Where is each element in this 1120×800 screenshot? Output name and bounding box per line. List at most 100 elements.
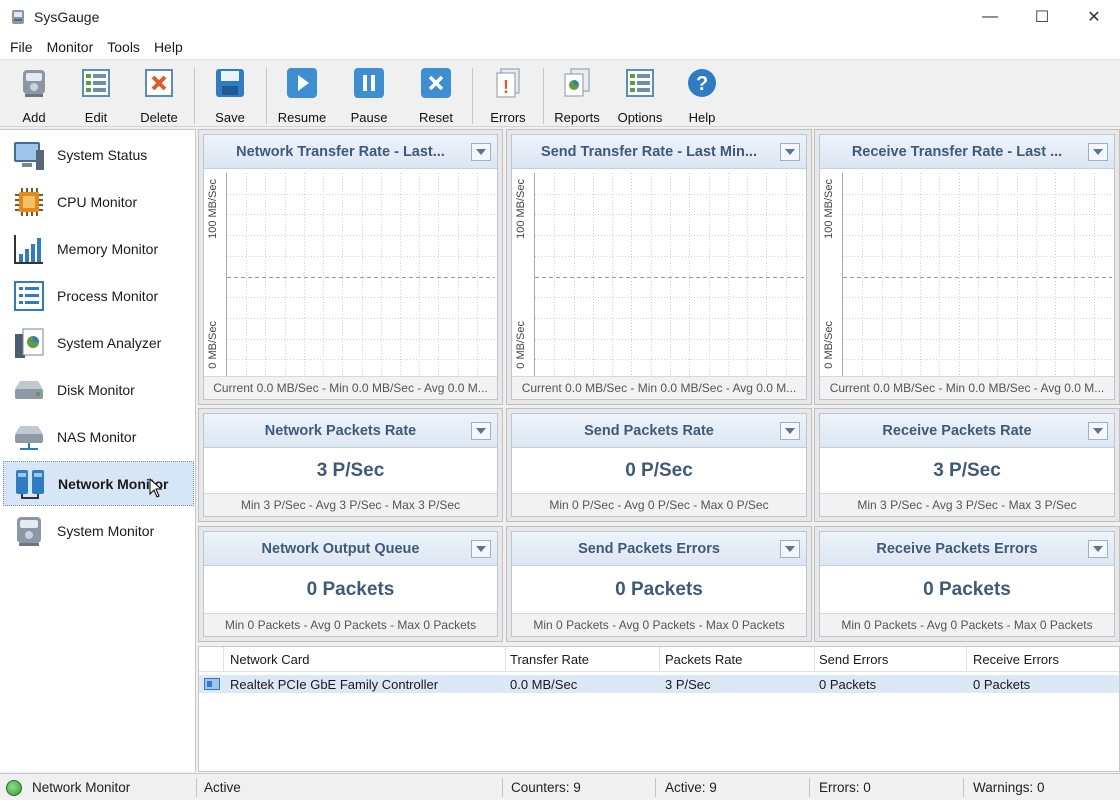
- network-card-table: Network Card Transfer Rate Packets Rate …: [198, 646, 1120, 772]
- close-button[interactable]: ✕: [1068, 0, 1120, 34]
- sidebar-item-nas-monitor[interactable]: NAS Monitor: [3, 414, 194, 459]
- panel-title: Send Transfer Rate - Last Min...: [512, 135, 806, 169]
- maximize-button[interactable]: ☐: [1016, 0, 1068, 34]
- errors-icon: !: [491, 66, 525, 100]
- panel-dropdown-button[interactable]: [1088, 143, 1108, 161]
- delete-label: Delete: [140, 110, 178, 125]
- status-separator: [502, 778, 503, 797]
- panel-dropdown-button[interactable]: [780, 143, 800, 161]
- network-icon: [12, 466, 48, 502]
- system-monitor-icon: [11, 513, 47, 549]
- errors-button[interactable]: ! Errors: [477, 66, 539, 126]
- status-bar: Network Monitor Active Counters: 9 Activ…: [0, 773, 1120, 800]
- panel-footer: Min 0 P/Sec - Avg 0 P/Sec - Max 0 P/Sec: [512, 493, 806, 516]
- help-label: Help: [688, 110, 716, 125]
- reset-label: Reset: [419, 110, 453, 125]
- panel-dropdown-button[interactable]: [1088, 540, 1108, 558]
- edit-button[interactable]: Edit: [65, 66, 127, 126]
- pause-button[interactable]: Pause: [338, 66, 400, 126]
- y-axis-max-label: 100 MB/Sec: [515, 179, 527, 239]
- add-button[interactable]: Add: [3, 66, 65, 126]
- disk-icon: [11, 372, 47, 408]
- options-button[interactable]: Options: [609, 66, 671, 126]
- panel-dropdown-button[interactable]: [471, 422, 491, 440]
- save-icon: [213, 66, 247, 100]
- sidebar-item-system-monitor[interactable]: System Monitor: [3, 508, 194, 553]
- resume-button[interactable]: Resume: [271, 66, 333, 126]
- nas-icon: [11, 419, 47, 455]
- process-list-icon: [11, 278, 47, 314]
- sidebar-item-cpu-monitor[interactable]: CPU Monitor: [3, 179, 194, 224]
- chart-panel-network-transfer: Network Transfer Rate - Last... 100 MB/S…: [198, 129, 503, 405]
- y-axis-min-label: 0 MB/Sec: [823, 321, 835, 369]
- cell-send-errors: 0 Packets: [819, 676, 877, 692]
- sidebar-item-system-status[interactable]: System Status: [3, 132, 194, 177]
- sidebar-item-label: NAS Monitor: [57, 428, 137, 445]
- minimize-button[interactable]: —: [964, 0, 1016, 34]
- cell-network-card: Realtek PCIe GbE Family Controller: [230, 676, 439, 692]
- counter-panel-send-packets-errors: Send Packets Errors 0 Packets Min 0 Pack…: [506, 526, 812, 642]
- panel-dropdown-button[interactable]: [780, 422, 800, 440]
- counter-panel-receive-packets-rate: Receive Packets Rate 3 P/Sec Min 3 P/Sec…: [814, 408, 1120, 522]
- panel-dropdown-button[interactable]: [471, 143, 491, 161]
- sidebar-item-process-monitor[interactable]: Process Monitor: [3, 273, 194, 318]
- panel-footer: Min 0 Packets - Avg 0 Packets - Max 0 Pa…: [512, 613, 806, 636]
- table-header-receive-errors[interactable]: Receive Errors: [967, 647, 1119, 672]
- chart-plot-area: [226, 169, 495, 380]
- memory-chart-icon: [11, 231, 47, 267]
- panel-dropdown-button[interactable]: [471, 540, 491, 558]
- status-active: Active: 9: [665, 780, 717, 795]
- save-button[interactable]: Save: [199, 66, 261, 126]
- cell-transfer-rate: 0.0 MB/Sec: [510, 676, 578, 692]
- counter-panel-network-output-queue: Network Output Queue 0 Packets Min 0 Pac…: [198, 526, 503, 642]
- sidebar-item-memory-monitor[interactable]: Memory Monitor: [3, 226, 194, 271]
- table-header-network-card[interactable]: Network Card: [224, 647, 506, 672]
- menu-file[interactable]: File: [4, 39, 39, 55]
- menu-monitor[interactable]: Monitor: [41, 39, 100, 55]
- sidebar-item-disk-monitor[interactable]: Disk Monitor: [3, 367, 194, 412]
- chart-grid: [534, 173, 804, 380]
- title-bar: SysGauge — ☐ ✕: [0, 0, 1120, 34]
- delete-button[interactable]: Delete: [128, 66, 190, 126]
- help-button[interactable]: ? Help: [671, 66, 733, 126]
- table-header-transfer-rate[interactable]: Transfer Rate: [504, 647, 660, 672]
- toolbar-separator: [472, 68, 473, 124]
- cell-packets-rate: 3 P/Sec: [665, 676, 711, 692]
- sidebar-item-system-analyzer[interactable]: System Analyzer: [3, 320, 194, 365]
- reports-button[interactable]: Reports: [546, 66, 608, 126]
- sidebar-item-label: Memory Monitor: [57, 240, 159, 257]
- panel-dropdown-button[interactable]: [1088, 422, 1108, 440]
- table-header-packets-rate[interactable]: Packets Rate: [659, 647, 815, 672]
- delete-icon: [142, 66, 176, 100]
- panel-footer: Min 0 Packets - Avg 0 Packets - Max 0 Pa…: [204, 613, 497, 636]
- table-header: Network Card Transfer Rate Packets Rate …: [199, 647, 1119, 672]
- sidebar-item-network-monitor[interactable]: Network Monitor: [3, 461, 194, 506]
- menu-help[interactable]: Help: [148, 39, 189, 55]
- status-warnings: Warnings: 0: [973, 780, 1045, 795]
- toolbar-separator: [266, 68, 267, 124]
- status-separator: [809, 778, 810, 797]
- reset-icon: [419, 66, 453, 100]
- reset-button[interactable]: Reset: [405, 66, 467, 126]
- toolbar: Add Edit Delete Save Resume Pause Reset …: [0, 59, 1120, 127]
- menu-tools[interactable]: Tools: [101, 39, 146, 55]
- panel-title: Send Packets Errors: [512, 532, 806, 566]
- toolbar-separator: [194, 68, 195, 124]
- panel-footer: Min 3 P/Sec - Avg 3 P/Sec - Max 3 P/Sec: [204, 493, 497, 516]
- table-header-icon-column[interactable]: [199, 647, 224, 672]
- status-separator: [655, 778, 656, 797]
- sidebar-item-label: CPU Monitor: [57, 193, 138, 210]
- add-monitor-icon: [17, 66, 51, 100]
- y-axis-min-label: 0 MB/Sec: [515, 321, 527, 369]
- counter-panel-network-packets-rate: Network Packets Rate 3 P/Sec Min 3 P/Sec…: [198, 408, 503, 522]
- table-row[interactable]: Realtek PCIe GbE Family Controller 0.0 M…: [199, 675, 1119, 693]
- pause-label: Pause: [350, 110, 388, 125]
- system-analyzer-icon: [11, 325, 47, 361]
- chart-plot-area: [842, 169, 1112, 380]
- help-icon: ?: [685, 66, 719, 100]
- y-axis-max-label: 100 MB/Sec: [823, 179, 835, 239]
- panel-dropdown-button[interactable]: [780, 540, 800, 558]
- table-header-send-errors[interactable]: Send Errors: [813, 647, 967, 672]
- panel-title: Receive Packets Errors: [820, 532, 1114, 566]
- y-axis-max-label: 100 MB/Sec: [207, 179, 219, 239]
